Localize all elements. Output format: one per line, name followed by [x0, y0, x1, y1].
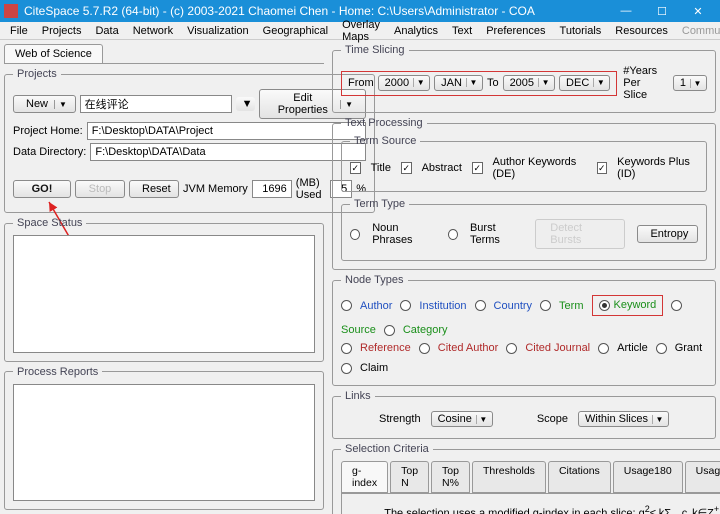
to-month-select[interactable]: DEC▼ — [559, 75, 610, 91]
menu-visualization[interactable]: Visualization — [181, 24, 255, 38]
strength-label: Strength — [379, 413, 421, 425]
term-source-legend: Term Source — [350, 135, 420, 147]
jvm-label: JVM Memory — [183, 183, 248, 195]
menu-text[interactable]: Text — [446, 24, 478, 38]
process-reports-legend: Process Reports — [13, 366, 102, 378]
jvm-unit: (MB) Used — [296, 177, 326, 201]
author-radio[interactable] — [341, 300, 352, 311]
space-status-panel — [13, 235, 315, 353]
from-year-select[interactable]: 2000▼ — [378, 75, 430, 91]
data-directory-input[interactable] — [90, 143, 366, 161]
tab-topn[interactable]: Top N — [390, 461, 429, 493]
noun-phrases-radio[interactable] — [350, 229, 360, 240]
project-name-input[interactable] — [80, 95, 232, 113]
selection-criteria-legend: Selection Criteria — [341, 443, 433, 455]
chevron-down-icon: ▼ — [54, 100, 67, 109]
go-button[interactable]: GO! — [13, 180, 71, 198]
menu-geographical[interactable]: Geographical — [257, 24, 334, 38]
to-year-select[interactable]: 2005▼ — [503, 75, 555, 91]
menu-data[interactable]: Data — [89, 24, 124, 38]
from-month-select[interactable]: JAN▼ — [434, 75, 483, 91]
abstract-checkbox[interactable]: ✓ — [401, 162, 412, 174]
time-slicing-legend: Time Slicing — [341, 44, 409, 56]
term-type-legend: Term Type — [350, 198, 409, 210]
reference-radio[interactable] — [341, 343, 352, 354]
process-reports-panel — [13, 384, 315, 502]
jvm-memory-value — [252, 180, 292, 198]
projects-legend: Projects — [13, 68, 61, 80]
app-icon — [4, 4, 18, 18]
stop-button: Stop — [75, 180, 125, 198]
gindex-desc1: The selection uses a modified g-index in… — [354, 504, 720, 514]
menu-community: Community — [676, 24, 720, 38]
tab-citations[interactable]: Citations — [548, 461, 611, 493]
cited-journal-radio[interactable] — [506, 343, 517, 354]
title-checkbox[interactable]: ✓ — [350, 162, 361, 174]
menu-tutorials[interactable]: Tutorials — [554, 24, 608, 38]
maximize-button[interactable]: ☐ — [644, 0, 680, 22]
text-processing-legend: Text Processing — [341, 117, 427, 129]
menu-network[interactable]: Network — [127, 24, 179, 38]
to-label: To — [487, 77, 499, 89]
tab-usage2013[interactable]: Usage2013 — [685, 461, 720, 493]
grant-radio[interactable] — [656, 343, 667, 354]
years-per-slice-select[interactable]: 1▼ — [673, 75, 707, 91]
menu-preferences[interactable]: Preferences — [480, 24, 551, 38]
years-per-slice-label: #Years Per Slice — [623, 65, 667, 101]
project-dropdown-arrow[interactable]: ▼ — [236, 97, 255, 111]
reset-button[interactable]: Reset — [129, 180, 179, 198]
space-status-legend: Space Status — [13, 217, 86, 229]
scope-label: Scope — [537, 413, 568, 425]
burst-terms-radio[interactable] — [448, 229, 458, 240]
source-radio[interactable] — [671, 300, 682, 311]
project-home-input[interactable] — [87, 122, 366, 140]
tab-topnp[interactable]: Top N% — [431, 461, 470, 493]
cited-author-radio[interactable] — [419, 343, 430, 354]
menu-projects[interactable]: Projects — [36, 24, 88, 38]
tab-thresholds[interactable]: Thresholds — [472, 461, 546, 493]
minimize-button[interactable]: — — [608, 0, 644, 22]
window-title: CiteSpace 5.7.R2 (64-bit) - (c) 2003-202… — [24, 4, 608, 18]
close-button[interactable]: ✕ — [680, 0, 716, 22]
author-keywords-checkbox[interactable]: ✓ — [472, 162, 483, 174]
project-home-label: Project Home: — [13, 125, 83, 137]
from-label: From — [348, 77, 374, 89]
menu-file[interactable]: File — [4, 24, 34, 38]
article-radio[interactable] — [598, 343, 609, 354]
institution-radio[interactable] — [400, 300, 411, 311]
claim-radio[interactable] — [341, 363, 352, 374]
entropy-button[interactable]: Entropy — [637, 225, 698, 243]
category-radio[interactable] — [384, 325, 395, 336]
term-radio[interactable] — [540, 300, 551, 311]
keyword-radio[interactable] — [599, 300, 610, 311]
keywords-plus-checkbox[interactable]: ✓ — [597, 162, 608, 174]
data-directory-label: Data Directory: — [13, 146, 86, 158]
strength-select[interactable]: Cosine▼ — [431, 411, 493, 427]
country-radio[interactable] — [475, 300, 486, 311]
node-types-legend: Node Types — [341, 274, 408, 286]
menu-resources[interactable]: Resources — [609, 24, 674, 38]
new-button[interactable]: New▼ — [13, 95, 76, 113]
menubar: File Projects Data Network Visualization… — [0, 22, 720, 40]
detect-bursts-button: Detect Bursts — [535, 219, 625, 249]
tab-gindex[interactable]: g-index — [341, 461, 388, 493]
tab-web-of-science[interactable]: Web of Science — [4, 44, 103, 63]
tab-usage180[interactable]: Usage180 — [613, 461, 683, 493]
menu-analytics[interactable]: Analytics — [388, 24, 444, 38]
scope-select[interactable]: Within Slices▼ — [578, 411, 669, 427]
links-legend: Links — [341, 390, 375, 402]
